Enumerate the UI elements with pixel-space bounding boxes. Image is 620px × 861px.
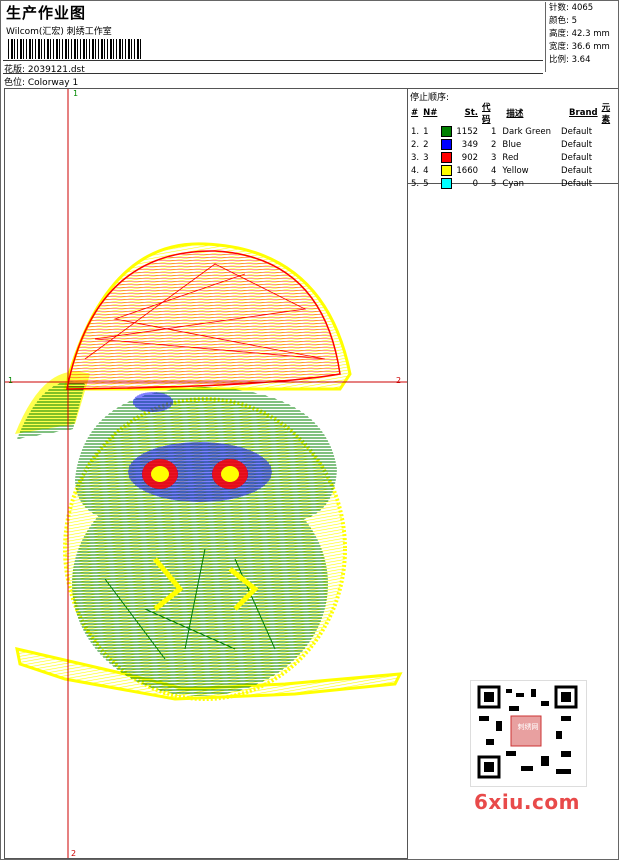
row-code: 1: [491, 126, 497, 137]
color-count: 颜色: 5: [549, 16, 577, 26]
row-element: [600, 177, 618, 190]
axis-top-label: 1: [73, 89, 79, 98]
row-swatch: [439, 125, 454, 138]
row-code: 5: [491, 178, 497, 189]
row-index: 5.: [411, 178, 420, 189]
row-stitches: 902: [461, 152, 479, 163]
row-desc: Yellow: [502, 165, 529, 176]
row-desc: Blue: [502, 139, 522, 150]
stitch-count: 针数: 4065: [549, 3, 594, 13]
row-code: 2: [491, 139, 497, 150]
row-brand: Default: [561, 178, 593, 189]
row-swatch: [439, 164, 454, 177]
row-brand: Default: [561, 152, 593, 163]
row-element: [600, 151, 618, 164]
axis-bottom-label: 2: [71, 849, 77, 858]
row-swatch: [439, 177, 454, 190]
qr-center-label: 刺绣网: [517, 723, 539, 731]
header-desc: 描述: [506, 109, 524, 119]
design-height: 高度: 42.3 mm: [549, 29, 610, 39]
design-stats: 针数: 4065 颜色: 5 高度: 42.3 mm 宽度: 36.6 mm 比…: [545, 2, 617, 72]
qr-code: 刺绣网: [470, 680, 587, 787]
header: 生产作业图 Wilcom(汇宏) 刺绣工作室: [4, 2, 544, 88]
header-element: 元素: [601, 103, 611, 125]
header-brand: Brand: [569, 108, 598, 118]
header-divider: [3, 60, 543, 61]
site-watermark: 6xiu.com: [474, 790, 580, 814]
embroidery-drawing: [5, 89, 407, 858]
legend-row: 5. 5 0 5 Cyan Default: [409, 177, 618, 190]
row-element: [600, 125, 618, 138]
row-code: 4: [491, 165, 497, 176]
design-width: 宽度: 36.6 mm: [549, 42, 610, 52]
color-swatch: [441, 126, 453, 137]
color-swatch: [441, 178, 453, 189]
header-stitches: St.: [464, 108, 479, 118]
row-index: 2.: [411, 139, 420, 150]
row-needle: 3: [423, 152, 429, 163]
stop-sequence-box: 停止顺序: # N# St. 代码 描述 Brand 元素 1. 1 1152 1 Da…: [408, 89, 618, 189]
header-index: #: [411, 108, 419, 118]
legend-row: 3. 3 902 3 Red Default: [409, 151, 618, 164]
file-divider: [3, 73, 543, 74]
legend-row: 2. 2 349 2 Blue Default: [409, 138, 618, 151]
row-needle: 2: [423, 139, 429, 150]
row-stitches: 1660: [456, 165, 479, 176]
row-index: 3.: [411, 152, 420, 163]
design-scale: 比例: 3.64: [549, 55, 591, 65]
color-swatch: [441, 152, 453, 163]
row-stitches: 0: [472, 178, 479, 189]
row-swatch: [439, 151, 454, 164]
color-swatch: [441, 165, 453, 176]
row-desc: Cyan: [502, 178, 524, 189]
row-stitches: 1152: [456, 126, 479, 137]
header-code: 代码: [482, 103, 491, 125]
legend-row: 4. 4 1660 4 Yellow Default: [409, 164, 618, 177]
row-needle: 1: [423, 126, 429, 137]
row-desc: Dark Green: [502, 126, 552, 137]
axis-left-label: 1: [8, 376, 14, 385]
row-brand: Default: [561, 126, 593, 137]
barcode: [8, 39, 143, 59]
row-swatch: [439, 138, 454, 151]
row-element: [600, 138, 618, 151]
legend-row: 1. 1 1152 1 Dark Green Default: [409, 125, 618, 138]
color-legend-table: # N# St. 代码 描述 Brand 元素 1. 1 1152 1 Dark Gre…: [409, 101, 618, 190]
row-brand: Default: [561, 139, 593, 150]
row-index: 4.: [411, 165, 420, 176]
row-code: 3: [491, 152, 497, 163]
company-name: Wilcom(汇宏) 刺绣工作室: [6, 27, 112, 37]
row-element: [600, 164, 618, 177]
colorway-label: 色位: Colorway 1: [4, 78, 79, 88]
legend-header-row: # N# St. 代码 描述 Brand 元素: [409, 101, 618, 125]
color-swatch: [441, 139, 453, 150]
row-needle: 4: [423, 165, 429, 176]
row-needle: 5: [423, 178, 429, 189]
row-brand: Default: [561, 165, 593, 176]
red-hat-stitches: [66, 250, 341, 390]
qr-code-image: [477, 685, 578, 779]
row-desc: Red: [502, 152, 519, 163]
row-stitches: 349: [461, 139, 479, 150]
row-index: 1.: [411, 126, 420, 137]
axis-right-label: 2: [396, 376, 402, 385]
header-n: N#: [423, 108, 438, 118]
design-canvas: 1 2 1 2: [4, 88, 408, 859]
page-title: 生产作业图: [6, 4, 87, 22]
